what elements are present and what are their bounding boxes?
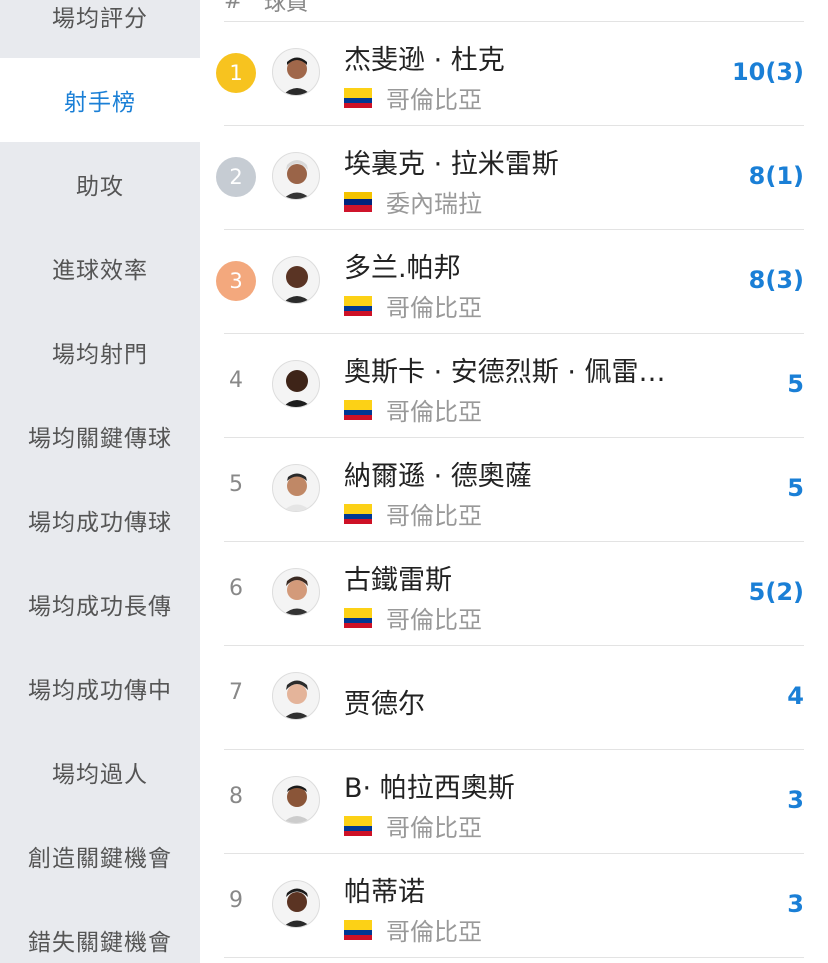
sidebar-item-label: 場均成功長傳 [28,594,172,620]
sidebar-item-assists[interactable]: 助攻 [0,142,200,226]
table-row[interactable]: 7 贾德尔 4 [224,646,804,750]
sidebar-item-label: 場均成功傳中 [28,678,172,704]
team-name: 哥倫比亞 [386,294,482,322]
player-team: 哥倫比亞 [344,600,482,635]
sidebar-item-big-chances-missed[interactable]: 錯失關鍵機會 [0,898,200,963]
rank-number: 8 [229,784,243,809]
player-name: 埃裏克 · 拉米雷斯 [344,149,559,180]
player-name: 納爾遜 · 德奧薩 [344,461,532,492]
rank-number: 5 [229,472,243,497]
sidebar: 場均評分 射手榜 助攻 進球效率 場均射門 場均關鍵傳球 場均成功傳球 場均成功… [0,0,200,963]
player-avatar [272,464,320,512]
player-name: 帕蒂诺 [344,877,425,908]
player-team: 哥倫比亞 [344,912,482,947]
sidebar-item-label: 射手榜 [64,90,136,116]
venezuela-flag-icon [344,191,372,212]
team-name: 哥倫比亞 [386,86,482,114]
table-row[interactable]: 3 多兰.帕邦 哥倫比亞 8(3) [216,230,804,334]
team-name: 哥倫比亞 [386,606,482,634]
goals-value: 5 [787,474,804,502]
table-row[interactable]: 5 納爾遜 · 德奧薩 哥倫比亞 5 [224,438,804,542]
player-name: 多兰.帕邦 [344,253,461,284]
sidebar-item-label: 場均關鍵傳球 [28,426,172,452]
player-avatar [272,48,320,96]
goals-value: 3 [787,890,804,918]
sidebar-item-avg-shots[interactable]: 場均射門 [0,310,200,394]
colombia-flag-icon [344,399,372,420]
sidebar-item-avg-dribbles[interactable]: 場均過人 [0,730,200,814]
goals-value: 8(3) [748,266,804,294]
sidebar-item-label: 創造關鍵機會 [28,846,172,872]
sidebar-item-label: 場均過人 [52,762,148,788]
player-team: 哥倫比亞 [344,80,482,115]
player-name: 贾德尔 [344,689,425,720]
sidebar-item-avg-long-balls[interactable]: 場均成功長傳 [0,562,200,646]
goals-value: 10(3) [731,58,804,86]
player-team: 哥倫比亞 [344,808,482,843]
table-row[interactable]: 1 杰斐逊 · 杜克 哥倫比亞 10(3) [216,22,804,126]
colombia-flag-icon [344,503,372,524]
player-team: 哥倫比亞 [344,288,482,323]
player-team: 哥倫比亞 [344,496,482,531]
team-name: 哥倫比亞 [386,502,482,530]
goals-value: 5 [787,370,804,398]
sidebar-item-label: 錯失關鍵機會 [28,930,172,956]
team-name: 哥倫比亞 [386,918,482,946]
player-avatar [272,776,320,824]
colombia-flag-icon [344,87,372,108]
player-avatar [272,256,320,304]
sidebar-item-label: 場均評分 [52,6,148,32]
team-name: 哥倫比亞 [386,398,482,426]
sidebar-item-avg-rating[interactable]: 場均評分 [0,0,200,58]
player-avatar [272,568,320,616]
sidebar-item-avg-key-passes[interactable]: 場均關鍵傳球 [0,394,200,478]
rank-number: 6 [229,576,243,601]
sidebar-item-big-chances-created[interactable]: 創造關鍵機會 [0,814,200,898]
sidebar-item-top-scorers[interactable]: 射手榜 [0,58,200,142]
goals-value: 5(2) [748,578,804,606]
player-avatar [272,672,320,720]
silver-rank-badge: 2 [216,157,256,197]
sidebar-item-avg-crosses[interactable]: 場均成功傳中 [0,646,200,730]
sidebar-item-label: 場均成功傳球 [28,510,172,536]
colombia-flag-icon [344,919,372,940]
player-name: 古鐵雷斯 [344,565,452,596]
table-row[interactable]: 9 帕蒂诺 哥倫比亞 3 [224,854,804,958]
bronze-rank-badge: 3 [216,261,256,301]
leaderboard: # 球員 1 杰斐逊 · 杜克 哥倫比亞 10(3) 2 埃裏克 · 拉米雷斯 … [200,0,828,963]
sidebar-item-label: 場均射門 [52,342,148,368]
rank-number: 7 [229,680,243,705]
table-row[interactable]: 2 埃裏克 · 拉米雷斯 委內瑞拉 8(1) [216,126,804,230]
player-avatar [272,880,320,928]
player-avatar [272,152,320,200]
player-column-header: 球員 [264,0,309,16]
goals-value: 4 [787,682,804,710]
rank-number: 9 [229,888,243,913]
team-name: 哥倫比亞 [386,814,482,842]
gold-rank-badge: 1 [216,53,256,93]
player-name: 奧斯卡 · 安德烈斯 · 佩雷… [344,357,666,388]
table-row[interactable]: 6 古鐵雷斯 哥倫比亞 5(2) [224,542,804,646]
goals-value: 3 [787,786,804,814]
colombia-flag-icon [344,815,372,836]
colombia-flag-icon [344,607,372,628]
player-name: 杰斐逊 · 杜克 [344,45,505,76]
table-row[interactable]: 4 奧斯卡 · 安德烈斯 · 佩雷… 哥倫比亞 5 [224,334,804,438]
goals-value: 8(1) [748,162,804,190]
sidebar-item-goal-efficiency[interactable]: 進球效率 [0,226,200,310]
colombia-flag-icon [344,295,372,316]
player-team: 哥倫比亞 [344,392,482,427]
sidebar-item-avg-accurate-passes[interactable]: 場均成功傳球 [0,478,200,562]
team-name: 委內瑞拉 [386,190,482,218]
rank-number: 4 [229,368,243,393]
player-team: 委內瑞拉 [344,184,482,219]
player-name: B· 帕拉西奧斯 [344,773,515,804]
table-row[interactable]: 8 B· 帕拉西奧斯 哥倫比亞 3 [224,750,804,854]
sidebar-item-label: 助攻 [76,174,124,200]
rank-column-header: # [224,0,243,14]
table-header: # 球員 [224,0,308,16]
player-avatar [272,360,320,408]
sidebar-item-label: 進球效率 [52,258,148,284]
